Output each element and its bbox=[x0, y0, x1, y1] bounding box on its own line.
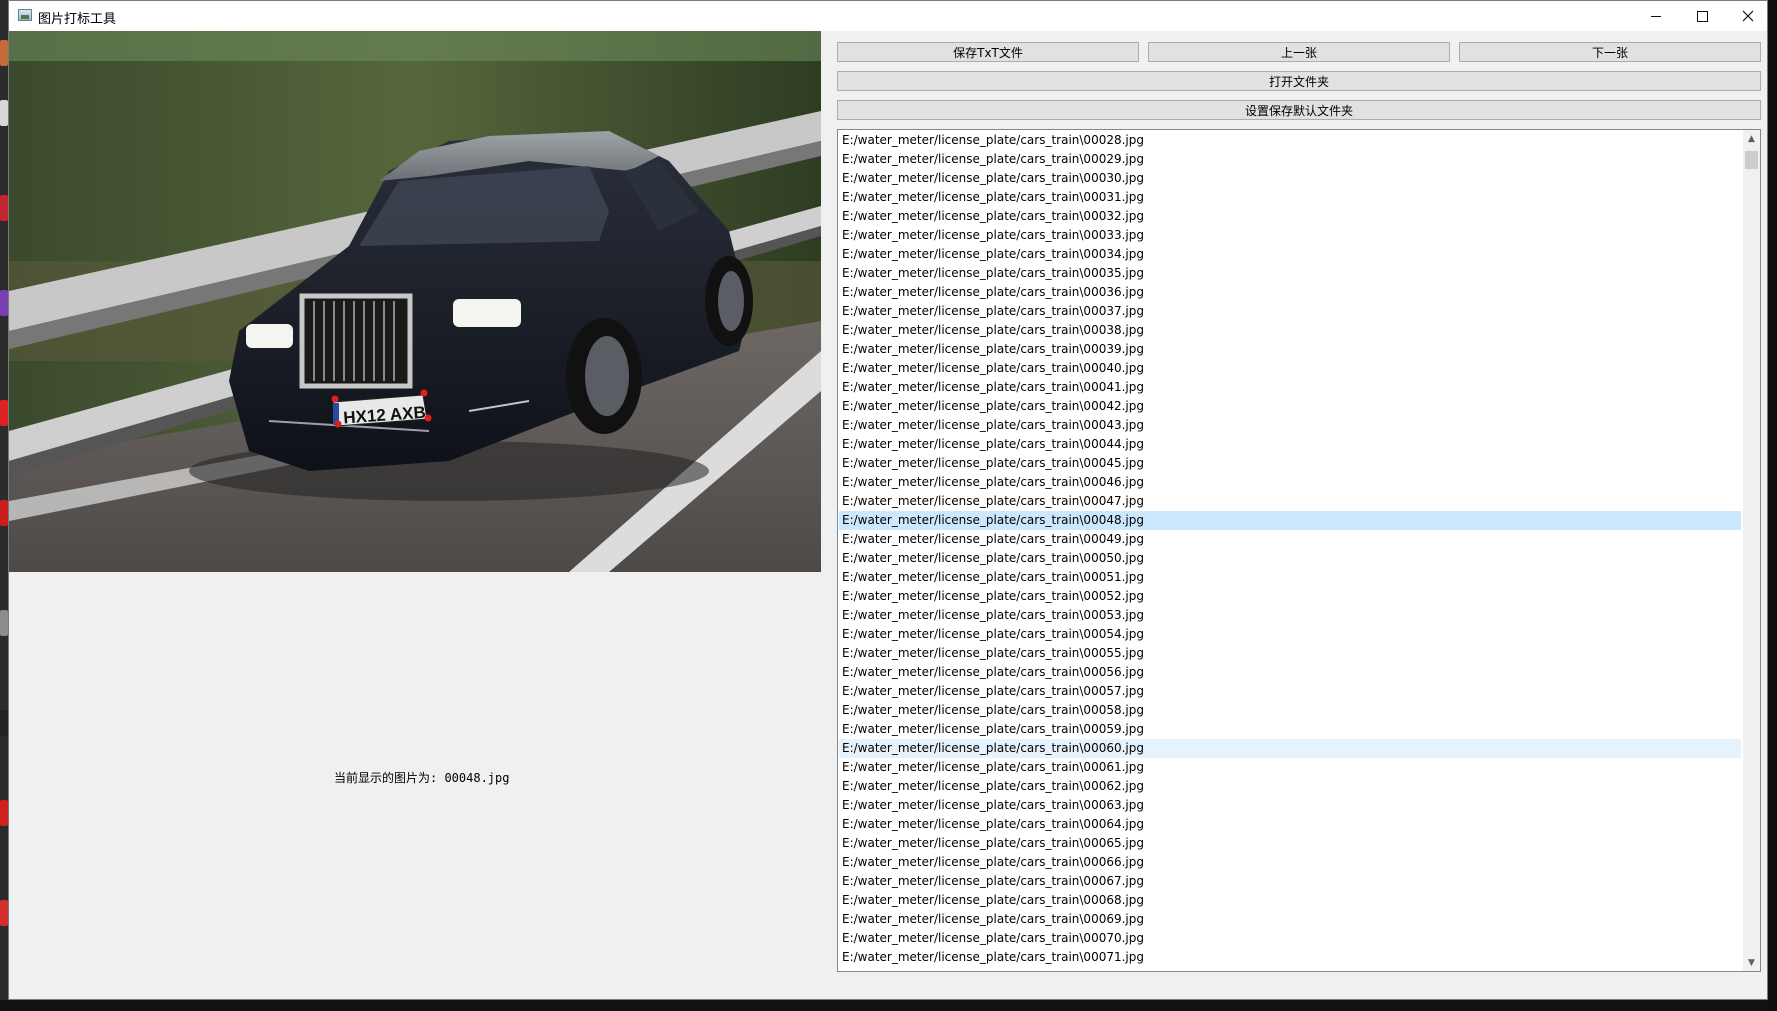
file-list-item[interactable]: E:/water_meter/license_plate/cars_train\… bbox=[839, 682, 1741, 701]
desktop-icon bbox=[0, 710, 8, 736]
file-list-item[interactable]: E:/water_meter/license_plate/cars_train\… bbox=[839, 796, 1741, 815]
file-list-item[interactable]: E:/water_meter/license_plate/cars_train\… bbox=[839, 283, 1741, 302]
file-list-item[interactable]: E:/water_meter/license_plate/cars_train\… bbox=[839, 644, 1741, 663]
save-txt-button[interactable]: 保存TxT文件 bbox=[837, 42, 1139, 62]
file-list-item[interactable]: E:/water_meter/license_plate/cars_train\… bbox=[839, 929, 1741, 948]
file-list-item[interactable]: E:/water_meter/license_plate/cars_train\… bbox=[839, 815, 1741, 834]
file-list-item[interactable]: E:/water_meter/license_plate/cars_train\… bbox=[839, 150, 1741, 169]
file-list-item[interactable]: E:/water_meter/license_plate/cars_train\… bbox=[839, 131, 1741, 150]
file-list-item[interactable]: E:/water_meter/license_plate/cars_train\… bbox=[839, 549, 1741, 568]
file-list-item[interactable]: E:/water_meter/license_plate/cars_train\… bbox=[839, 378, 1741, 397]
file-list-item[interactable]: E:/water_meter/license_plate/cars_train\… bbox=[839, 739, 1741, 758]
file-list-item[interactable]: E:/water_meter/license_plate/cars_train\… bbox=[839, 435, 1741, 454]
file-list-item[interactable]: E:/water_meter/license_plate/cars_train\… bbox=[839, 530, 1741, 549]
file-list-rows: E:/water_meter/license_plate/cars_train\… bbox=[839, 131, 1741, 967]
file-list-item[interactable]: E:/water_meter/license_plate/cars_train\… bbox=[839, 454, 1741, 473]
scroll-up-icon[interactable]: ▲ bbox=[1743, 130, 1760, 147]
file-list-item[interactable]: E:/water_meter/license_plate/cars_train\… bbox=[839, 758, 1741, 777]
annotation-point[interactable] bbox=[334, 420, 342, 428]
next-image-button[interactable]: 下一张 bbox=[1459, 42, 1761, 62]
app-image-icon bbox=[18, 9, 32, 21]
file-list-item[interactable]: E:/water_meter/license_plate/cars_train\… bbox=[839, 264, 1741, 283]
file-list-item[interactable]: E:/water_meter/license_plate/cars_train\… bbox=[839, 492, 1741, 511]
annotation-point[interactable] bbox=[420, 389, 428, 397]
app-window: 图片打标工具 HX12 AXB 当前显示的图片为: 00048.jpg 保存Tx… bbox=[8, 0, 1768, 1000]
car-photo: HX12 AXB bbox=[9, 31, 821, 572]
file-list-item[interactable]: E:/water_meter/license_plate/cars_train\… bbox=[839, 891, 1741, 910]
image-canvas[interactable]: HX12 AXB bbox=[9, 31, 821, 572]
file-list-item[interactable]: E:/water_meter/license_plate/cars_train\… bbox=[839, 397, 1741, 416]
file-list-item[interactable]: E:/water_meter/license_plate/cars_train\… bbox=[839, 625, 1741, 644]
file-list-item[interactable]: E:/water_meter/license_plate/cars_train\… bbox=[839, 321, 1741, 340]
maximize-icon bbox=[1696, 10, 1708, 22]
title-bar[interactable]: 图片打标工具 bbox=[9, 1, 1767, 31]
file-list-item[interactable]: E:/water_meter/license_plate/cars_train\… bbox=[839, 226, 1741, 245]
file-list-item[interactable]: E:/water_meter/license_plate/cars_train\… bbox=[839, 834, 1741, 853]
desktop-icon bbox=[0, 100, 8, 126]
file-list-item[interactable]: E:/water_meter/license_plate/cars_train\… bbox=[839, 720, 1741, 739]
desktop-icon bbox=[0, 400, 8, 426]
desktop-strip bbox=[0, 0, 8, 1011]
file-list-item[interactable]: E:/water_meter/license_plate/cars_train\… bbox=[839, 587, 1741, 606]
file-list-item[interactable]: E:/water_meter/license_plate/cars_train\… bbox=[839, 245, 1741, 264]
file-list[interactable]: E:/water_meter/license_plate/cars_train\… bbox=[837, 129, 1761, 972]
desktop-icon bbox=[0, 900, 8, 926]
file-list-item[interactable]: E:/water_meter/license_plate/cars_train\… bbox=[839, 606, 1741, 625]
scroll-down-icon[interactable]: ▼ bbox=[1743, 954, 1760, 971]
desktop-background bbox=[1768, 0, 1777, 1011]
file-list-item[interactable]: E:/water_meter/license_plate/cars_train\… bbox=[839, 207, 1741, 226]
file-list-item[interactable]: E:/water_meter/license_plate/cars_train\… bbox=[839, 853, 1741, 872]
file-list-item[interactable]: E:/water_meter/license_plate/cars_train\… bbox=[839, 359, 1741, 378]
file-list-item[interactable]: E:/water_meter/license_plate/cars_train\… bbox=[839, 701, 1741, 720]
desktop-icon bbox=[0, 40, 8, 66]
vertical-scrollbar[interactable]: ▲ ▼ bbox=[1743, 130, 1760, 971]
annotation-point[interactable] bbox=[331, 395, 339, 403]
set-default-folder-button[interactable]: 设置保存默认文件夹 bbox=[837, 100, 1761, 120]
annotation-point[interactable] bbox=[424, 414, 432, 422]
desktop-background bbox=[0, 1000, 1777, 1011]
file-list-item[interactable]: E:/water_meter/license_plate/cars_train\… bbox=[839, 568, 1741, 587]
scroll-thumb[interactable] bbox=[1745, 151, 1758, 169]
desktop-icon bbox=[0, 610, 8, 636]
file-list-item[interactable]: E:/water_meter/license_plate/cars_train\… bbox=[839, 777, 1741, 796]
file-list-item[interactable]: E:/water_meter/license_plate/cars_train\… bbox=[839, 416, 1741, 435]
minimize-button[interactable] bbox=[1633, 1, 1679, 31]
open-folder-button[interactable]: 打开文件夹 bbox=[837, 71, 1761, 91]
file-list-item[interactable]: E:/water_meter/license_plate/cars_train\… bbox=[839, 910, 1741, 929]
file-list-item[interactable]: E:/water_meter/license_plate/cars_train\… bbox=[839, 511, 1741, 530]
file-list-item[interactable]: E:/water_meter/license_plate/cars_train\… bbox=[839, 340, 1741, 359]
desktop-icon bbox=[0, 290, 8, 316]
window-title: 图片打标工具 bbox=[38, 12, 117, 27]
file-list-item[interactable]: E:/water_meter/license_plate/cars_train\… bbox=[839, 188, 1741, 207]
close-icon bbox=[1742, 10, 1754, 22]
current-image-label: 当前显示的图片为: 00048.jpg bbox=[334, 771, 510, 785]
file-list-item[interactable]: E:/water_meter/license_plate/cars_train\… bbox=[839, 302, 1741, 321]
close-button[interactable] bbox=[1725, 1, 1771, 31]
previous-image-button[interactable]: 上一张 bbox=[1148, 42, 1450, 62]
file-list-item[interactable]: E:/water_meter/license_plate/cars_train\… bbox=[839, 663, 1741, 682]
file-list-item[interactable]: E:/water_meter/license_plate/cars_train\… bbox=[839, 169, 1741, 188]
desktop-icon bbox=[0, 800, 8, 826]
maximize-button[interactable] bbox=[1679, 1, 1725, 31]
file-list-item[interactable]: E:/water_meter/license_plate/cars_train\… bbox=[839, 948, 1741, 967]
desktop-icon bbox=[0, 195, 8, 221]
file-list-item[interactable]: E:/water_meter/license_plate/cars_train\… bbox=[839, 473, 1741, 492]
file-list-item[interactable]: E:/water_meter/license_plate/cars_train\… bbox=[839, 872, 1741, 891]
minimize-icon bbox=[1651, 15, 1661, 17]
desktop-icon bbox=[0, 500, 8, 526]
